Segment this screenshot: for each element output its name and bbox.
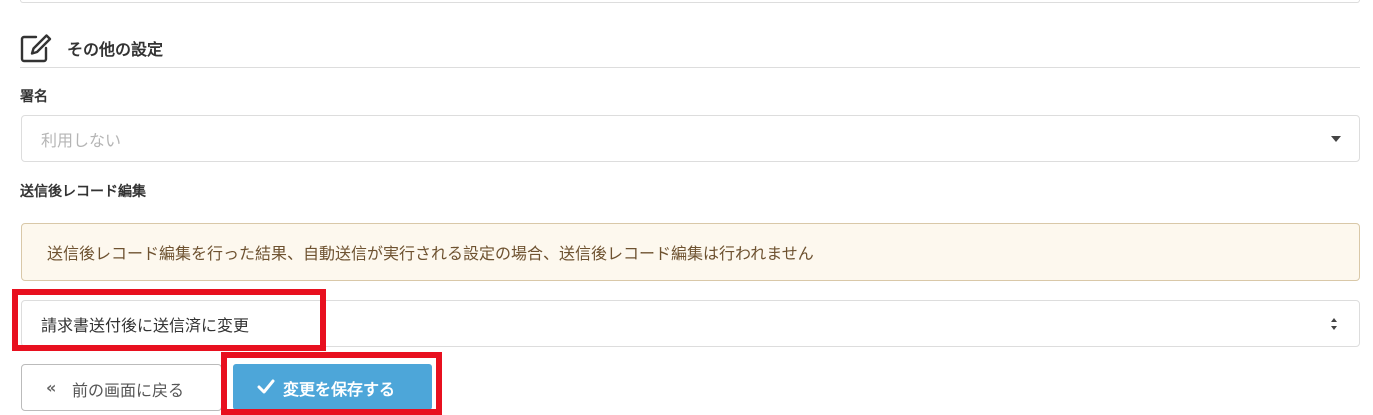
save-button-label: 変更を保存する xyxy=(283,380,396,399)
select-caret-icon xyxy=(1331,318,1337,330)
notice-text: 送信後レコード編集を行った結果、自動送信が実行される設定の場合、送信後レコード編… xyxy=(47,244,814,263)
notice-alert: 送信後レコード編集を行った結果、自動送信が実行される設定の場合、送信後レコード編… xyxy=(21,223,1360,281)
edit-icon xyxy=(20,34,52,63)
checkmark-icon xyxy=(257,379,275,394)
signature-select[interactable]: 利用しない xyxy=(21,115,1360,162)
signature-label: 署名 xyxy=(20,89,48,105)
previous-panel-edge xyxy=(20,0,1360,3)
section-title: その他の設定 xyxy=(67,40,164,59)
back-button-label: 前の画面に戻る xyxy=(72,381,185,400)
double-chevron-left-icon: « xyxy=(46,378,57,397)
section-header: その他の設定 xyxy=(20,32,1360,68)
chevron-down-icon xyxy=(1331,136,1341,142)
signature-select-value: 利用しない xyxy=(41,131,122,150)
post-send-edit-select-value: 請求書送付後に送信済に変更 xyxy=(41,316,250,335)
back-button[interactable]: « 前の画面に戻る xyxy=(21,364,222,411)
post-send-edit-select[interactable]: 請求書送付後に送信済に変更 xyxy=(21,300,1360,347)
post-send-edit-label: 送信後レコード編集 xyxy=(20,184,146,200)
save-button[interactable]: 変更を保存する xyxy=(233,364,432,410)
